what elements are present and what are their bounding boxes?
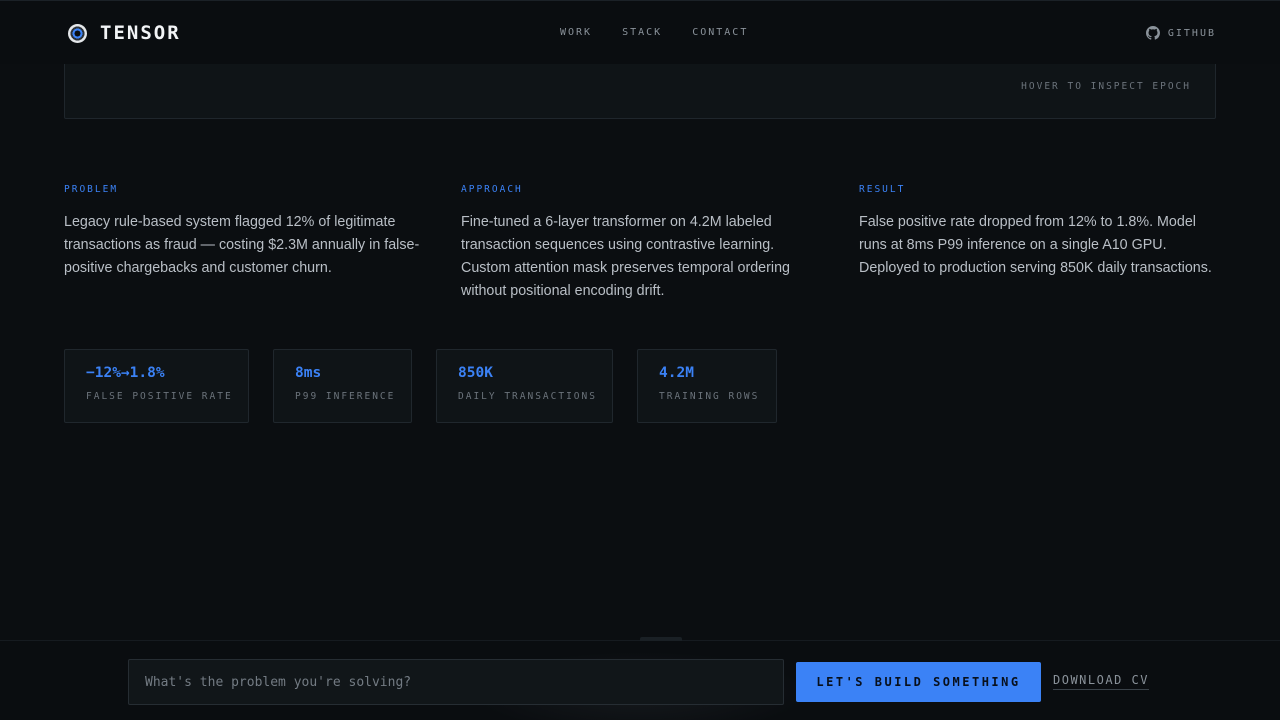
metric-value: −12%→1.8% [86,365,165,381]
nav-link-contact[interactable]: CONTACT [692,27,748,38]
metric-label: P99 INFERENCE [295,391,396,402]
metric-value: 8ms [295,365,322,381]
section-text: Fine-tuned a 6-layer transformer on 4.2M… [461,214,790,299]
top-nav: TENSOR WORK STACK CONTACT GITHUB [0,0,1280,64]
section-label: RESULT [859,184,906,195]
hover-hint: HOVER TO INSPECT EPOCH [1021,81,1191,92]
logo-icon [68,23,87,43]
cta-handle [640,637,682,641]
github-icon [1145,26,1160,40]
metric-card: 8ms P99 INFERENCE [273,349,412,423]
metric-card: 850K DAILY TRANSACTIONS [436,349,613,423]
section-text: False positive rate dropped from 12% to … [859,214,1212,276]
metric-card: 4.2M TRAINING ROWS [637,349,777,423]
metric-label: FALSE POSITIVE RATE [86,391,233,402]
result-section: RESULT False positive rate dropped from … [859,184,1219,280]
brand[interactable]: TENSOR [68,21,181,45]
metric-value: 850K [458,365,493,381]
github-label: GITHUB [1167,27,1216,39]
metric-value: 4.2M [659,365,694,381]
download-cv-link[interactable]: DOWNLOAD CV [1053,673,1149,690]
section-text: Legacy rule-based system flagged 12% of … [64,214,420,276]
github-link[interactable]: GITHUB [1145,26,1216,40]
metrics-row: −12%→1.8% FALSE POSITIVE RATE 8ms P99 IN… [64,349,801,423]
nav-links: WORK STACK CONTACT [560,27,778,38]
nav-link-stack[interactable]: STACK [622,27,662,38]
brand-name: TENSOR [100,22,181,44]
approach-section: APPROACH Fine-tuned a 6-layer transforme… [461,184,797,303]
metric-card: −12%→1.8% FALSE POSITIVE RATE [64,349,249,423]
problem-input[interactable] [128,659,784,705]
cta-bar: LET'S BUILD SOMETHING DOWNLOAD CV [0,637,1280,720]
metric-label: TRAINING ROWS [659,391,760,402]
nav-link-work[interactable]: WORK [560,27,592,38]
section-label: APPROACH [461,184,523,195]
page: TENSOR WORK STACK CONTACT GITHUB HOVER T… [0,0,1280,720]
section-label: PROBLEM [64,184,119,195]
metric-label: DAILY TRANSACTIONS [458,391,597,402]
problem-section: PROBLEM Legacy rule-based system flagged… [64,184,424,280]
lets-build-button[interactable]: LET'S BUILD SOMETHING [796,662,1041,702]
